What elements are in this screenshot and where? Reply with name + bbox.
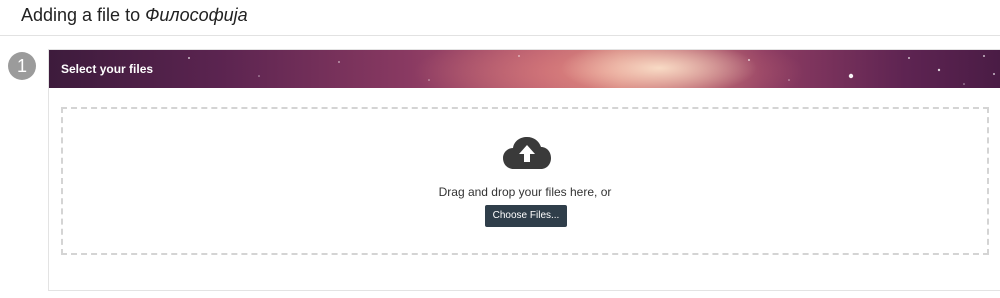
file-dropzone[interactable]: Drag and drop your files here, or Choose…: [61, 107, 989, 255]
cloud-upload-icon: [503, 137, 551, 169]
step-title: Select your files: [61, 62, 154, 76]
choose-files-button[interactable]: Choose Files...: [485, 205, 567, 227]
select-files-panel: Select your files Drag and drop your fil…: [48, 49, 1000, 291]
starfield-decoration: [188, 55, 995, 85]
panel-header-banner: Select your files: [49, 50, 1000, 88]
dropzone-instruction: Drag and drop your files here, or: [438, 185, 612, 199]
step-number-badge: 1: [8, 52, 36, 80]
page-header: Adding a file to Философија: [0, 0, 1000, 36]
page-title-name: Философија: [145, 5, 248, 25]
page-title: Adding a file to Философија: [21, 4, 248, 26]
page-title-prefix: Adding a file to: [21, 5, 141, 25]
